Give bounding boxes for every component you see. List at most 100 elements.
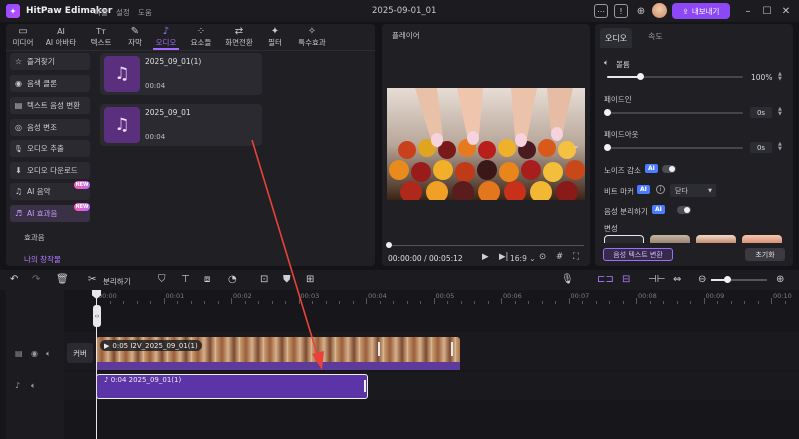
clip-handle[interactable] [364,380,366,392]
reset-button[interactable]: 초기화 [745,248,785,261]
crop-icon[interactable]: ⧈ [204,274,210,285]
marker-icon[interactable]: ⛉ [158,274,166,285]
play-icon[interactable]: ▶ [482,252,489,262]
tab-transitions[interactable]: ⇄ 화면전환 [222,26,256,48]
redo-icon[interactable]: ↷ [32,274,40,285]
fullscreen-icon[interactable]: ⛶ [573,252,579,262]
clip-handle[interactable] [378,342,380,356]
scissors-icon[interactable]: ✂ [88,274,96,285]
voice-preset-avatar[interactable] [650,235,690,243]
ruler-tick-label: 00:03 [300,292,320,300]
voice-preset-none[interactable] [604,235,644,243]
tab-filters[interactable]: ✦ 필터 [258,26,292,48]
sidebar-item-voice-clone[interactable]: ◉ 음색 클론 [10,75,90,92]
speaker-icon[interactable]: 🔈︎ [46,349,51,359]
delete-icon[interactable]: 🗑︎ [56,274,69,285]
download-icon[interactable]: ⊕ [634,4,648,18]
export-frame-icon[interactable]: ⊞ [306,274,314,285]
sidebar-item-favorites[interactable]: ☆ 즐겨찾기 [10,53,90,70]
speech-to-text-button[interactable]: 음성 텍스트 변환 [603,248,673,261]
fade-out-value[interactable]: 0s [750,142,772,153]
avatar[interactable] [652,3,667,18]
grid-icon[interactable]: # [556,252,563,262]
sidebar-item-audio-extract[interactable]: 🎙 오디오 추출 [10,140,90,157]
minimize-icon[interactable]: – [741,4,755,18]
tab-media[interactable]: ▭ 미디어 [6,26,40,48]
tab-speed[interactable]: 속도 [648,31,663,42]
volume-value[interactable]: 100% [751,73,772,82]
text-frame-icon[interactable]: ⊤ [181,274,190,285]
sidebar-sub-sfx[interactable]: 효과음 [24,232,45,243]
tab-ai-avatar[interactable]: AI AI 아바타 [44,26,78,48]
fade-out-stepper[interactable]: ▲ ▼ [778,142,782,152]
speaker-icon: 🔈︎ [604,58,609,67]
fade-out-slider-knob[interactable] [604,144,611,151]
vocal-separation-toggle[interactable] [677,206,691,214]
tab-text[interactable]: Tт 텍스트 [84,26,118,48]
playback-progress-knob[interactable] [386,242,392,248]
fit-timeline-icon[interactable]: ⇔ [673,274,681,285]
maximize-icon[interactable]: ☐ [760,4,774,18]
undo-icon[interactable]: ↶ [10,274,18,285]
mask-icon[interactable]: ⛊ [283,274,291,285]
snapshot-icon[interactable]: ⊙ [539,252,546,262]
fade-out-slider[interactable] [607,147,743,149]
fade-in-stepper[interactable]: ▲ ▼ [778,107,782,117]
track-layer-icon[interactable]: ▤ [15,349,23,358]
tab-audio[interactable]: ♪ 오디오 [149,26,183,48]
ai-icon[interactable]: ! [614,4,628,18]
noise-reduction-toggle[interactable] [662,165,676,173]
freeze-icon[interactable]: ⊡ [260,274,268,285]
sidebar-item-audio-download[interactable]: ⬇ 오디오 다운로드 [10,162,90,179]
playback-progress[interactable] [388,245,584,246]
sidebar-sub-my-works[interactable]: 나의 창작물 [24,254,61,265]
video-preview[interactable] [387,88,585,200]
star-icon: ☆ [14,57,23,66]
sidebar-item-voice-changer[interactable]: ◎ 음성 변조 [10,119,90,136]
tab-effects[interactable]: ✧ 특수효과 [292,26,332,48]
speed-icon[interactable]: ◔ [228,274,237,285]
ruler-tick [204,301,205,304]
fade-in-slider[interactable] [607,112,743,114]
voice-preset-avatar[interactable] [742,235,782,243]
chevron-down-icon[interactable]: ⌄ [570,140,582,152]
ruler-tick [771,298,772,304]
zoom-out-icon[interactable]: ⊖ [698,274,706,285]
magnet-icon[interactable]: ⊟ [622,274,630,285]
media-item[interactable]: ♫ 2025_09_01 00:04 [100,104,262,146]
info-icon[interactable]: i [656,185,665,194]
split-button[interactable]: 분리하기 [103,276,131,287]
tab-elements[interactable]: ⁘ 요소들 [184,26,218,48]
music-note-icon: ♪ [15,381,21,390]
media-item[interactable]: ♫ 2025_09_01(1) 00:04 [100,53,262,95]
sidebar-item-tts[interactable]: ▤ 텍스트 음성 변환 [10,97,90,114]
beat-marker-select[interactable]: 닫다 ▼ [670,184,716,197]
playhead-handle[interactable]: ‹› [93,305,101,327]
next-frame-icon[interactable]: ▶| [499,252,508,262]
eye-icon[interactable]: ◉ [31,349,38,358]
volume-slider-knob[interactable] [637,73,644,80]
menu-file[interactable]: 파일 [94,7,108,18]
zoom-slider-knob[interactable] [724,276,731,283]
cover-button[interactable]: 커버 [67,343,93,363]
voice-preset-avatar[interactable] [696,235,736,243]
link-icon[interactable]: ⊏⊐ [597,274,614,285]
ruler-tick-label: 00:04 [368,292,387,300]
zoom-in-icon[interactable]: ⊕ [776,274,784,285]
split-audio-icon[interactable]: ⊣⊢ [648,274,665,285]
fade-in-value[interactable]: 0s [750,107,772,118]
player-label: 플레이어 [392,31,420,40]
close-icon[interactable]: ✕ [779,4,793,18]
aspect-ratio-select[interactable]: 16:9 ⌄ [510,254,536,263]
chat-icon[interactable]: ⋯ [594,4,608,18]
tab-subtitles[interactable]: ✎ 자막 [118,26,152,48]
menu-settings[interactable]: 설정 [116,7,130,18]
tab-audio-properties[interactable]: 오디오 [600,28,632,48]
clip-handle[interactable] [451,342,453,356]
speaker-icon[interactable]: 🔈︎ [31,381,36,391]
menu-help[interactable]: 도움 [138,7,152,18]
microphone-icon[interactable]: 🎙︎ [561,274,574,285]
volume-stepper[interactable]: ▲ ▼ [778,72,782,82]
fade-in-slider-knob[interactable] [604,109,611,116]
export-button[interactable]: ⇪ 내보내기 [672,3,730,19]
